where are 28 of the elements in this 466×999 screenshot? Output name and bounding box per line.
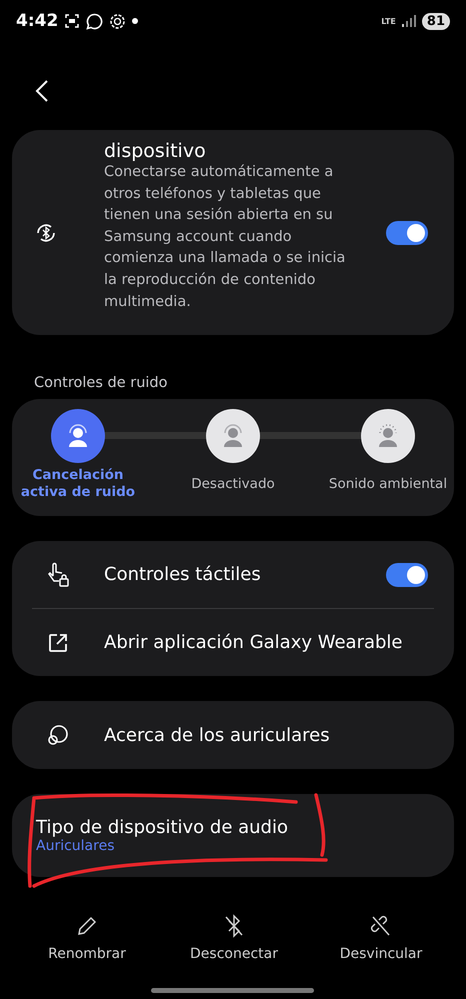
noise-mode-option[interactable]: Desactivado (171, 409, 295, 516)
action-button[interactable]: Desconectar (169, 914, 299, 962)
network-label: LTE (381, 16, 396, 26)
hand-lock-icon (46, 562, 70, 588)
about-label: Acerca de los auriculares (103, 724, 330, 746)
action-button[interactable]: Renombrar (22, 914, 152, 962)
toggle-switch[interactable] (386, 220, 428, 244)
noise-mode-option[interactable]: Sonido ambiental (326, 409, 450, 516)
setting-title: Tipo de dispositivo de audio (36, 817, 289, 838)
chat-icon (86, 12, 104, 30)
noise-mode-option[interactable]: Cancelación activa de ruido (16, 409, 140, 516)
setting-title: dispositivo (104, 140, 207, 162)
dot-icon (132, 18, 138, 24)
screenshot-icon (64, 13, 80, 29)
setting-label[interactable]: Abrir aplicación Galaxy Wearable (70, 632, 428, 653)
audio-type-row[interactable]: Tipo de dispositivo de audio Auriculares (12, 794, 454, 877)
about-row[interactable]: Acerca de los auriculares (12, 701, 454, 769)
setting-value: Auriculares (36, 838, 116, 854)
signal-icon (402, 15, 416, 27)
action-button[interactable]: Desvincular (316, 914, 446, 962)
pencil-icon (75, 914, 99, 938)
battery-level: 81 (422, 12, 450, 30)
setting-description: Conectarse automáticamente a otros teléfonos y tabletas que tienen una sesión abierta en su Samsung account cuando comienza una llamada o se inicia la reproducción de contenido multimedia. (104, 163, 346, 312)
setting-label[interactable]: Controles táctiles (70, 564, 386, 585)
earbud-icon (46, 723, 70, 747)
status-time: 4:42 (16, 11, 58, 31)
toggle-switch[interactable] (386, 562, 428, 586)
section-header: Controles de ruido (33, 374, 168, 393)
